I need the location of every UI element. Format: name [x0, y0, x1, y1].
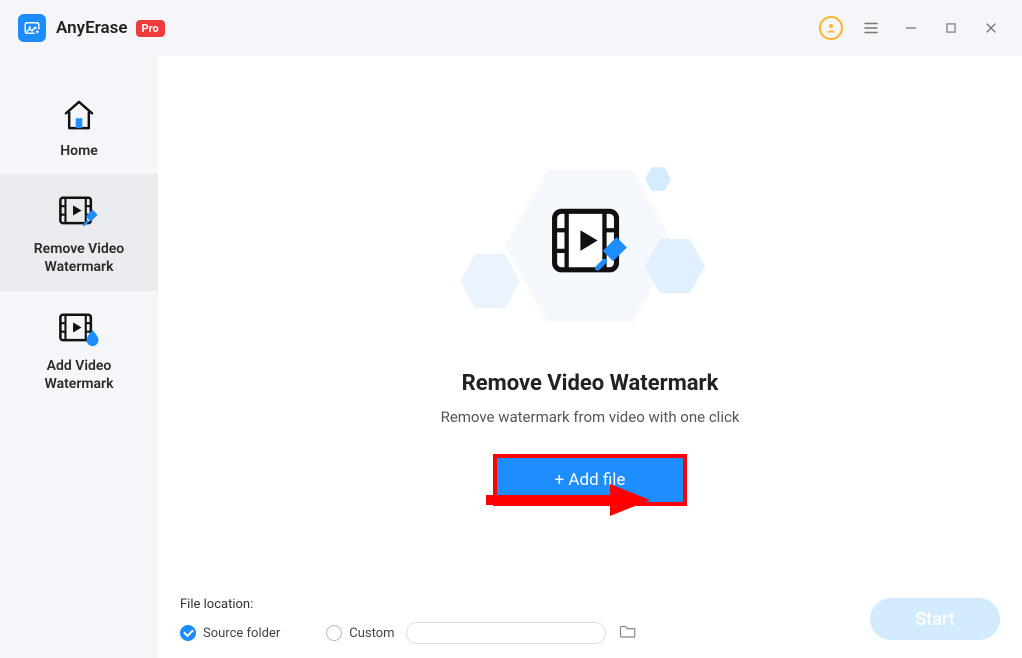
pro-badge: Pro: [136, 20, 165, 37]
annotation-highlight: + Add file: [493, 454, 687, 506]
bottom-bar: File location: Source folder Custom: [158, 597, 1022, 658]
app-title: AnyErase: [56, 18, 128, 38]
folder-icon: [619, 623, 637, 639]
maximize-button[interactable]: [938, 15, 964, 41]
nav-label: Home: [6, 142, 152, 160]
nav-label: Remove Video Watermark: [6, 240, 152, 276]
video-drop-icon: [6, 309, 152, 351]
avatar-icon: [819, 16, 843, 40]
account-button[interactable]: [818, 15, 844, 41]
page-subtitle: Remove watermark from video with one cli…: [441, 408, 740, 426]
main-panel: Remove Video Watermark Remove watermark …: [158, 56, 1022, 658]
radio-source-folder[interactable]: Source folder: [180, 625, 280, 641]
nav-item-add-video-watermark[interactable]: Add Video Watermark: [0, 291, 158, 407]
page-title: Remove Video Watermark: [462, 371, 719, 396]
nav-item-remove-video-watermark[interactable]: Remove Video Watermark: [0, 174, 158, 290]
add-file-button[interactable]: + Add file: [497, 458, 683, 502]
titlebar: AnyErase Pro: [0, 0, 1022, 56]
start-button[interactable]: Start: [870, 598, 1000, 640]
nav-item-home[interactable]: Home: [0, 76, 158, 174]
radio-checked-icon: [180, 625, 196, 641]
close-button[interactable]: [978, 15, 1004, 41]
menu-button[interactable]: [858, 15, 884, 41]
video-erase-icon: [6, 192, 152, 234]
minimize-button[interactable]: [898, 15, 924, 41]
hamburger-icon: [862, 19, 880, 37]
home-icon: [6, 94, 152, 136]
radio-label: Custom: [349, 626, 394, 641]
minimize-icon: [903, 20, 919, 36]
app-logo: [18, 14, 46, 42]
radio-custom[interactable]: Custom: [326, 622, 636, 644]
browse-folder-button[interactable]: [619, 623, 637, 643]
radio-unchecked-icon: [326, 625, 342, 641]
maximize-icon: [944, 21, 958, 35]
custom-path-input[interactable]: [406, 622, 606, 644]
close-icon: [983, 20, 999, 36]
video-watermark-icon: [546, 201, 632, 287]
sidebar: Home Remove Video Watermark: [0, 56, 158, 658]
nav-label: Add Video Watermark: [6, 357, 152, 393]
radio-label: Source folder: [203, 626, 280, 641]
hero-illustration: [450, 161, 730, 361]
